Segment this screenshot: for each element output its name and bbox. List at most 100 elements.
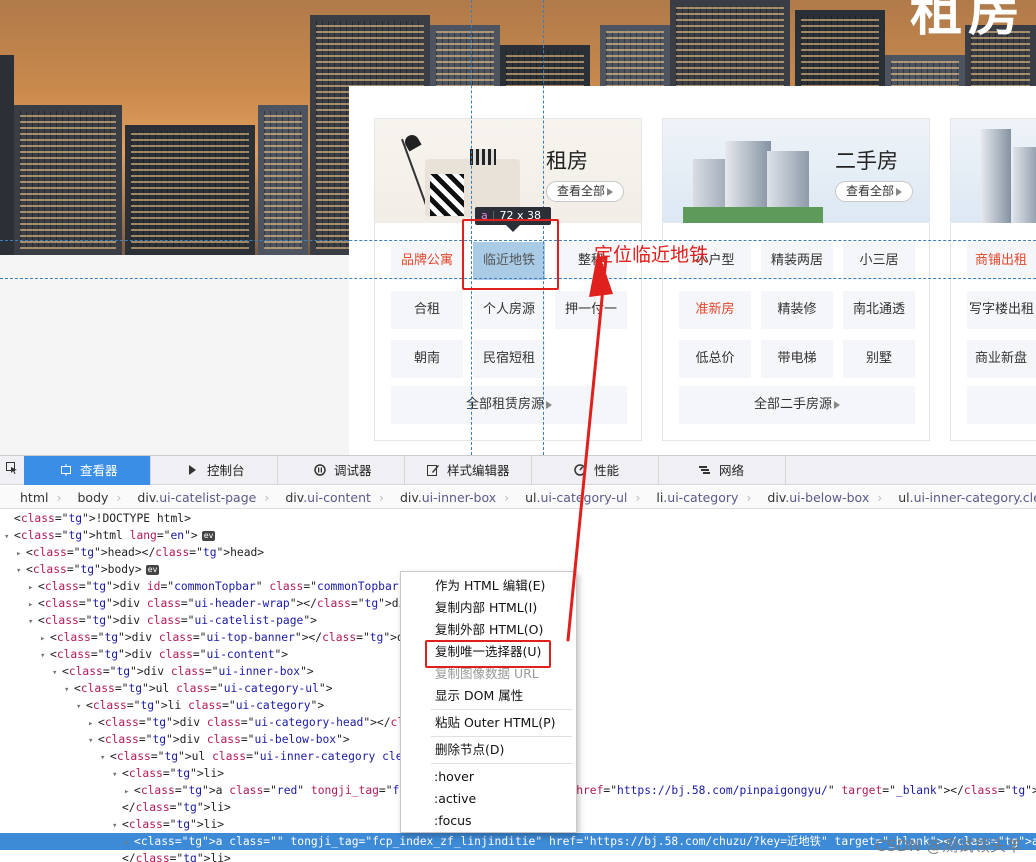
tab-inspector[interactable]: 查看器 [24, 456, 151, 485]
performance-icon [574, 457, 586, 476]
tag-link[interactable]: 南北通透 [843, 291, 915, 329]
tag-link[interactable]: 带电梯 [761, 340, 833, 378]
tab-label: 调试器 [334, 463, 372, 478]
tag-link[interactable]: 朝南 [391, 340, 463, 378]
tag-link[interactable]: 合租 [391, 291, 463, 329]
event-badge[interactable]: ev [145, 565, 160, 575]
web-page-viewport: 租房 租房 查看全部 品牌公寓 临近地铁 整租 合租 个人房源 押一付一 朝南 … [0, 0, 1036, 455]
tag-link[interactable]: 别墅 [843, 340, 915, 378]
menu-item-paste-outer-html[interactable]: 粘贴 Outer HTML(P) [435, 713, 556, 733]
chevron-right-icon: › [746, 490, 752, 505]
menu-item-show-dom-properties[interactable]: 显示 DOM 属性 [435, 686, 523, 706]
devtools-tabbar: 查看器 控制台 调试器 样式编辑器 性能 网络 [0, 456, 1036, 485]
menu-item-delete-node[interactable]: 删除节点(D) [435, 740, 504, 760]
tab-console[interactable]: 控制台 [151, 456, 278, 485]
breadcrumb-tag: ul [898, 490, 910, 505]
dom-node-markup: <class="tg">div class="ui-content"> [50, 648, 289, 661]
dom-node-markup: </class="tg">li> [122, 852, 231, 862]
tab-label: 查看器 [80, 463, 118, 478]
breadcrumb-item[interactable]: div.ui-inner-box › [399, 486, 523, 508]
breadcrumb-class: .ui-inner-category.clearfix [909, 490, 1036, 505]
card-head [951, 119, 1036, 223]
view-all-button[interactable]: 查看全部 [835, 181, 913, 202]
dom-node[interactable]: ▸ <class="tg">head></class="tg">head> [0, 544, 1036, 561]
tag-link[interactable]: 准新房 [679, 291, 751, 329]
building [0, 55, 14, 255]
menu-item-copy-inner-html[interactable]: 复制内部 HTML(I) [435, 598, 537, 618]
dom-node[interactable]: <class="tg">!DOCTYPE html> [0, 510, 1036, 527]
menu-item-active[interactable]: :active [434, 789, 476, 809]
tag-link[interactable]: 写字楼出租 [967, 291, 1036, 329]
breadcrumb-item[interactable]: body › [77, 486, 135, 508]
annotation-highlight-box [425, 640, 551, 668]
breadcrumb-class: .ui-content [303, 490, 371, 505]
tag-link[interactable]: 商业新盘 [967, 340, 1036, 378]
view-all-label: 查看全部 [845, 184, 894, 198]
menu-item-hover[interactable]: :hover [434, 767, 474, 787]
tag-link[interactable]: 押一付一 [555, 291, 627, 329]
dom-node-markup: </class="tg">li> [122, 801, 231, 814]
dom-node[interactable]: ▾ <class="tg">html lang="en"> ev [0, 527, 1036, 544]
tab-performance[interactable]: 性能 [532, 456, 659, 485]
element-picker-icon[interactable] [0, 456, 24, 485]
dom-node-markup: <class="tg">body> [26, 563, 142, 576]
tag-link[interactable]: 小三居 [843, 242, 915, 280]
inspector-icon [60, 457, 72, 476]
tag-link[interactable]: 民宿短租 [473, 340, 545, 378]
chevron-right-icon: › [116, 490, 122, 505]
network-icon [699, 457, 711, 474]
breadcrumb-item[interactable]: ul.ui-inner-category.clearfix [898, 486, 1036, 508]
breadcrumb-item[interactable]: div.ui-catelist-page › [137, 486, 283, 508]
building [125, 125, 255, 255]
breadcrumb-tag: div [399, 490, 418, 505]
all-listings-label: 全部二手房源 [753, 397, 832, 412]
category-card-secondhand: 二手房 查看全部 小户型 精装两居 小三居 准新房 精装修 南北通透 低总价 带… [662, 118, 930, 441]
breadcrumb-tag: div [137, 490, 156, 505]
breadcrumb-tag: div [285, 490, 304, 505]
breadcrumb-class: .ui-catelist-page [155, 490, 257, 505]
all-listings-link[interactable] [967, 386, 1036, 424]
tab-debugger[interactable]: 调试器 [278, 456, 405, 485]
tag-link[interactable]: 低总价 [679, 340, 751, 378]
all-listings-link[interactable]: 全部二手房源 [679, 386, 915, 424]
dom-node-markup: <class="tg">a class="red" tongji_tag="fc… [134, 784, 1036, 797]
breadcrumb-class: .ui-below-box [785, 490, 870, 505]
breadcrumb-item[interactable]: ul.ui-category-ul › [525, 486, 654, 508]
breadcrumb-tag: div [767, 490, 786, 505]
event-badge[interactable]: ev [201, 531, 216, 541]
tower-illustration [1013, 147, 1036, 223]
breadcrumb-item[interactable]: html › [20, 486, 75, 508]
breadcrumb-class: .ui-category [663, 490, 739, 505]
tag-link[interactable]: 个人房源 [473, 291, 545, 329]
tag-link[interactable]: 品牌公寓 [391, 242, 463, 280]
all-listings-link[interactable]: 全部租赁房源 [391, 386, 627, 424]
debugger-icon [314, 457, 326, 476]
view-all-button[interactable]: 查看全部 [546, 181, 624, 202]
tag-link[interactable]: 精装修 [761, 291, 833, 329]
breadcrumb-item[interactable]: div.ui-below-box › [767, 486, 896, 508]
tag-link[interactable]: 精装两居 [761, 242, 833, 280]
dom-node-markup: <class="tg">!DOCTYPE html> [14, 512, 191, 525]
caret-right-icon [896, 187, 902, 196]
breadcrumb-item[interactable]: li.ui-category › [656, 486, 765, 508]
tab-label: 控制台 [207, 463, 245, 478]
tower-illustration [981, 129, 1011, 223]
caret-right-icon [834, 400, 840, 409]
category-card-commercial: 商铺出租 写字楼出租 商业新盘 [950, 118, 1036, 441]
view-all-label: 查看全部 [556, 184, 605, 198]
breadcrumb-tag: body [77, 490, 109, 505]
menu-item-edit-as-html[interactable]: 作为 HTML 编辑(E) [435, 576, 545, 596]
dom-node-markup: <class="tg">head></class="tg">head> [26, 546, 265, 559]
menu-item-copy-outer-html[interactable]: 复制外部 HTML(O) [435, 620, 543, 640]
breadcrumb-item[interactable]: div.ui-content › [285, 486, 398, 508]
all-listings-label: 全部租赁房源 [465, 397, 544, 412]
tab-network[interactable]: 网络 [659, 456, 786, 485]
console-icon [187, 457, 199, 475]
chevron-right-icon: › [378, 490, 384, 505]
tag-link[interactable]: 商铺出租 [967, 242, 1036, 280]
card-title: 二手房 [835, 149, 898, 173]
tab-style-editor[interactable]: 样式编辑器 [405, 456, 532, 485]
breadcrumb-class: .ui-category-ul [536, 490, 628, 505]
breadcrumb-class: .ui-inner-box [417, 490, 497, 505]
menu-item-focus[interactable]: :focus [434, 811, 472, 831]
